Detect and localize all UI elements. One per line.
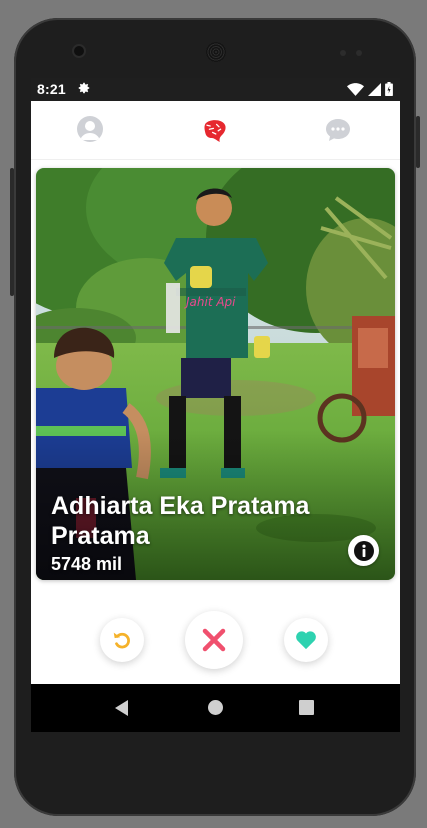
shirt-print: Jahit Api [184, 295, 236, 309]
info-icon[interactable] [348, 535, 379, 566]
gear-icon [78, 82, 90, 94]
light-sensor [356, 50, 362, 56]
back-icon[interactable] [115, 700, 128, 716]
like-button[interactable] [284, 618, 328, 662]
chat-icon[interactable] [324, 117, 352, 143]
rewind-button[interactable] [100, 618, 144, 662]
top-app-bar [31, 101, 400, 160]
proximity-sensor [340, 50, 346, 56]
heart-icon [296, 631, 316, 650]
volume-button [10, 168, 14, 296]
app-logo-icon[interactable] [199, 114, 231, 146]
profile-icon[interactable] [77, 116, 103, 142]
status-time: 8:21 [37, 81, 66, 97]
profile-distance: 5748 mil [51, 554, 123, 574]
earpiece-speaker [206, 42, 226, 62]
system-nav-bar [31, 684, 400, 732]
wifi-icon [347, 82, 364, 96]
undo-icon [113, 632, 130, 649]
nope-button[interactable] [185, 611, 243, 669]
power-button [416, 116, 420, 168]
screen: 8:21 Jahit Api Adhiarta Eka Pratama Prat… [31, 78, 400, 732]
front-camera [74, 46, 84, 56]
action-bar [31, 608, 400, 678]
close-icon [202, 628, 226, 652]
home-icon[interactable] [208, 700, 223, 715]
status-bar: 8:21 [31, 78, 400, 101]
battery-icon [385, 82, 393, 96]
recents-icon[interactable] [299, 700, 314, 715]
cell-signal-icon [368, 82, 381, 96]
profile-name: Adhiarta Eka Pratama Pratama [51, 492, 310, 550]
status-icons [347, 82, 393, 96]
profile-card[interactable]: Jahit Api Adhiarta Eka Pratama Pratama 5… [36, 168, 395, 580]
